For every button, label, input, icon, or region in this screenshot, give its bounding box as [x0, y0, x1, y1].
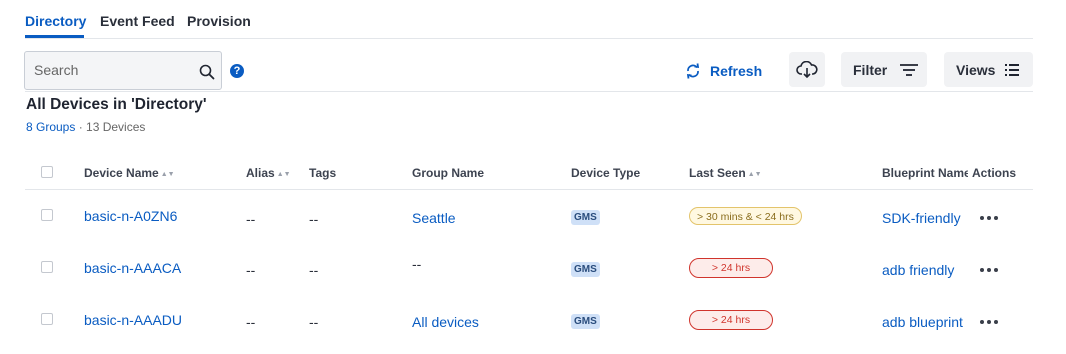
column-tags: Tags — [309, 166, 337, 180]
tags-value: -- — [309, 262, 319, 278]
device-type-badge: GMS — [571, 210, 600, 225]
search-box — [24, 51, 222, 90]
help-icon[interactable]: ? — [230, 64, 244, 78]
summary: 8 Groups · 13 Devices — [26, 120, 145, 134]
last-seen-badge: > 30 mins & < 24 hrs — [689, 207, 802, 225]
device-name-link[interactable]: basic-n-AAACA — [84, 260, 181, 276]
row-actions-menu[interactable] — [980, 320, 1000, 326]
device-name-link[interactable]: basic-n-A0ZN6 — [84, 208, 177, 224]
tab-directory[interactable]: Directory — [25, 13, 86, 29]
column-blueprint-name: Blueprint Name — [882, 166, 968, 180]
tags-value: -- — [309, 211, 319, 227]
row-checkbox[interactable] — [41, 313, 53, 325]
alias-value: -- — [246, 262, 256, 278]
views-label: Views — [956, 61, 996, 78]
sort-icon: ▲▼ — [276, 171, 291, 178]
groups-link[interactable]: 8 Groups — [26, 120, 75, 134]
sort-icon: ▲▼ — [747, 171, 762, 178]
row-checkbox[interactable] — [41, 261, 53, 273]
alias-value: -- — [246, 211, 256, 227]
blueprint-link[interactable]: SDK-friendly — [882, 210, 961, 226]
refresh-button[interactable]: Refresh — [684, 60, 762, 82]
device-type-badge: GMS — [571, 262, 600, 277]
search-input[interactable] — [32, 61, 196, 79]
filter-icon — [900, 63, 919, 76]
column-device-name[interactable]: Device Name ▲▼ — [84, 166, 175, 180]
column-device-name-label: Device Name — [84, 166, 159, 180]
tab-provision[interactable]: Provision — [187, 13, 251, 29]
group-name-link[interactable]: All devices — [412, 314, 479, 330]
group-name-value: -- — [412, 256, 422, 272]
blueprint-link[interactable]: adb blueprint — [882, 314, 966, 330]
device-name-link[interactable]: basic-n-AAADU — [84, 312, 182, 328]
row-actions-menu[interactable] — [980, 268, 1000, 274]
column-group-name: Group Name — [412, 166, 485, 180]
filter-button[interactable]: Filter — [841, 52, 927, 87]
alias-value: -- — [246, 314, 256, 330]
select-all-checkbox[interactable] — [41, 166, 53, 178]
blueprint-link[interactable]: adb friendly — [882, 262, 954, 278]
last-seen-badge: > 24 hrs — [689, 310, 773, 330]
group-name-link[interactable]: Seattle — [412, 210, 456, 226]
column-alias-label: Alias — [246, 166, 275, 180]
cloud-download-icon — [796, 60, 818, 78]
search-icon[interactable] — [199, 64, 215, 80]
column-device-type: Device Type — [571, 166, 641, 180]
views-button[interactable]: Views — [944, 52, 1033, 87]
list-icon — [1005, 63, 1020, 76]
column-last-seen[interactable]: Last Seen ▲▼ — [689, 166, 762, 180]
filter-label: Filter — [853, 61, 888, 78]
refresh-label: Refresh — [710, 63, 763, 79]
devices-count: 13 Devices — [86, 120, 146, 134]
sort-icon: ▲▼ — [160, 171, 175, 178]
row-checkbox[interactable] — [41, 209, 53, 221]
refresh-icon — [686, 63, 700, 79]
column-last-seen-label: Last Seen — [689, 166, 746, 180]
column-actions: Actions — [972, 166, 1017, 180]
table-header-divider — [25, 189, 1033, 190]
page-title: All Devices in 'Directory' — [26, 96, 207, 113]
column-alias[interactable]: Alias ▲▼ — [246, 166, 291, 180]
tab-bar: Directory Event Feed Provision — [25, 0, 1033, 39]
active-tab-indicator — [25, 35, 84, 38]
device-type-badge: GMS — [571, 314, 600, 329]
tags-value: -- — [309, 314, 319, 330]
summary-separator: · — [75, 120, 87, 134]
download-button[interactable] — [789, 52, 825, 87]
tab-event-feed[interactable]: Event Feed — [100, 13, 175, 29]
row-actions-menu[interactable] — [980, 216, 1000, 222]
toolbar-divider — [25, 91, 1033, 92]
last-seen-badge: > 24 hrs — [689, 258, 773, 278]
